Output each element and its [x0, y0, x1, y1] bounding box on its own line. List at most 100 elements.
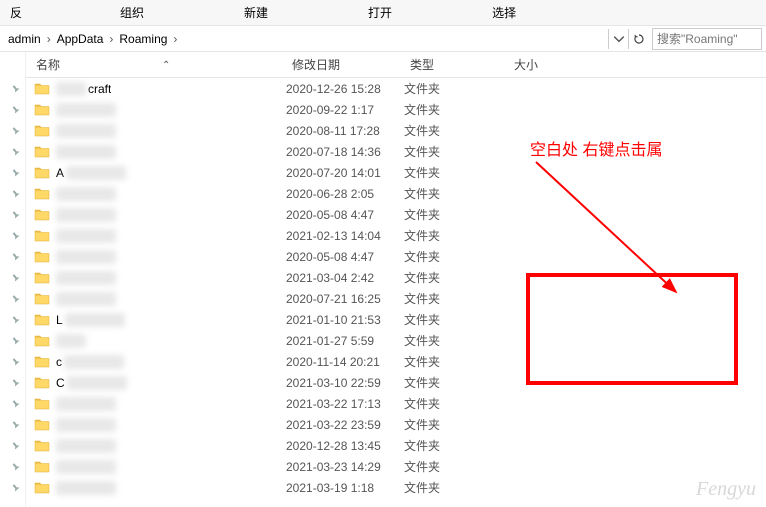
file-date: 2021-02-13 14:04 — [286, 229, 404, 243]
file-type: 文件夹 — [404, 353, 508, 370]
header-date[interactable]: 修改日期 — [286, 56, 404, 73]
file-date: 2021-03-23 14:29 — [286, 460, 404, 474]
table-row[interactable]: 2020-09-22 1:17文件夹 — [26, 99, 766, 120]
file-date: 2020-12-26 15:28 — [286, 82, 404, 96]
pin-icon[interactable] — [0, 204, 25, 225]
folder-icon — [34, 270, 50, 286]
folder-icon — [34, 375, 50, 391]
file-type: 文件夹 — [404, 437, 508, 454]
table-row[interactable]: 2020-05-08 4:47文件夹 — [26, 246, 766, 267]
file-name — [26, 417, 286, 433]
file-name — [26, 291, 286, 307]
pin-icon[interactable] — [0, 99, 25, 120]
pin-icon[interactable] — [0, 246, 25, 267]
file-name: c — [26, 354, 286, 370]
file-type: 文件夹 — [404, 332, 508, 349]
header-name[interactable]: 名称 ⌃ — [26, 56, 286, 73]
annotation-text: 空白处 右键点击属 — [530, 136, 662, 160]
file-name: L — [26, 312, 286, 328]
crumb-admin[interactable]: admin — [4, 32, 45, 46]
pin-icon[interactable] — [0, 225, 25, 246]
table-row[interactable]: 2020-06-28 2:05文件夹 — [26, 183, 766, 204]
file-name — [26, 480, 286, 496]
file-name: A — [26, 165, 286, 181]
pin-icon[interactable] — [0, 414, 25, 435]
file-type: 文件夹 — [404, 164, 508, 181]
toolbar-select[interactable]: 选择 — [442, 4, 566, 21]
file-date: 2021-03-10 22:59 — [286, 376, 404, 390]
pin-icon[interactable] — [0, 78, 25, 99]
file-type: 文件夹 — [404, 458, 508, 475]
pin-icon[interactable] — [0, 435, 25, 456]
pin-icon[interactable] — [0, 162, 25, 183]
pin-icon[interactable] — [0, 141, 25, 162]
pin-icon[interactable] — [0, 183, 25, 204]
chevron-right-icon[interactable]: › — [171, 32, 179, 46]
breadcrumb[interactable]: admin › AppData › Roaming › — [0, 26, 608, 51]
pin-icon[interactable] — [0, 330, 25, 351]
folder-icon — [34, 480, 50, 496]
folder-icon — [34, 81, 50, 97]
file-type: 文件夹 — [404, 311, 508, 328]
watermark: Fengyu — [696, 478, 756, 501]
file-date: 2021-03-04 2:42 — [286, 271, 404, 285]
file-type: 文件夹 — [404, 80, 508, 97]
crumb-roaming[interactable]: Roaming — [115, 32, 171, 46]
folder-icon — [34, 123, 50, 139]
file-type: 文件夹 — [404, 479, 508, 496]
pin-icon[interactable] — [0, 351, 25, 372]
file-date: 2020-12-28 13:45 — [286, 439, 404, 453]
file-name — [26, 459, 286, 475]
file-type: 文件夹 — [404, 206, 508, 223]
toolbar-organize[interactable]: 组织 — [70, 4, 194, 21]
table-row[interactable]: 2021-03-19 1:18文件夹 — [26, 477, 766, 498]
table-row[interactable]: 2021-03-22 17:13文件夹 — [26, 393, 766, 414]
file-name — [26, 144, 286, 160]
search-input[interactable]: 搜索"Roaming" — [652, 28, 762, 50]
toolbar-new[interactable]: 新建 — [194, 4, 318, 21]
pin-icon[interactable] — [0, 288, 25, 309]
table-row[interactable]: 2021-03-22 23:59文件夹 — [26, 414, 766, 435]
toolbar-item[interactable]: 反 — [10, 4, 30, 21]
file-type: 文件夹 — [404, 227, 508, 244]
pin-icon[interactable] — [0, 393, 25, 414]
table-row[interactable]: craft2020-12-26 15:28文件夹 — [26, 78, 766, 99]
pin-icon[interactable] — [0, 456, 25, 477]
table-row[interactable]: A2020-07-20 14:01文件夹 — [26, 162, 766, 183]
file-date: 2020-11-14 20:21 — [286, 355, 404, 369]
table-row[interactable]: 2020-12-28 13:45文件夹 — [26, 435, 766, 456]
header-type[interactable]: 类型 — [404, 56, 508, 73]
file-type: 文件夹 — [404, 416, 508, 433]
file-type: 文件夹 — [404, 374, 508, 391]
toolbar-open[interactable]: 打开 — [318, 4, 442, 21]
pin-icon[interactable] — [0, 267, 25, 288]
chevron-right-icon[interactable]: › — [107, 32, 115, 46]
refresh-button[interactable] — [628, 29, 648, 49]
folder-icon — [34, 438, 50, 454]
file-date: 2020-07-21 16:25 — [286, 292, 404, 306]
sort-indicator-icon: ⌃ — [162, 60, 170, 71]
crumb-appdata[interactable]: AppData — [53, 32, 108, 46]
file-date: 2021-01-27 5:59 — [286, 334, 404, 348]
pin-icon[interactable] — [0, 372, 25, 393]
file-type: 文件夹 — [404, 101, 508, 118]
file-date: 2020-08-11 17:28 — [286, 124, 404, 138]
table-row[interactable]: 2021-02-13 14:04文件夹 — [26, 225, 766, 246]
file-type: 文件夹 — [404, 185, 508, 202]
search-placeholder: 搜索"Roaming" — [657, 30, 738, 47]
history-dropdown[interactable] — [608, 29, 628, 49]
table-row[interactable]: 2020-05-08 4:47文件夹 — [26, 204, 766, 225]
pin-icon[interactable] — [0, 309, 25, 330]
file-name — [26, 228, 286, 244]
pin-icon[interactable] — [0, 120, 25, 141]
sidebar — [0, 52, 26, 507]
column-headers: 名称 ⌃ 修改日期 类型 大小 — [26, 52, 766, 78]
chevron-right-icon[interactable]: › — [45, 32, 53, 46]
table-row[interactable]: 2021-03-23 14:29文件夹 — [26, 456, 766, 477]
pin-icon[interactable] — [0, 477, 25, 498]
header-size[interactable]: 大小 — [508, 56, 568, 73]
file-name — [26, 207, 286, 223]
file-list[interactable]: 名称 ⌃ 修改日期 类型 大小 craft2020-12-26 15:28文件夹… — [26, 52, 766, 507]
folder-icon — [34, 333, 50, 349]
file-type: 文件夹 — [404, 248, 508, 265]
